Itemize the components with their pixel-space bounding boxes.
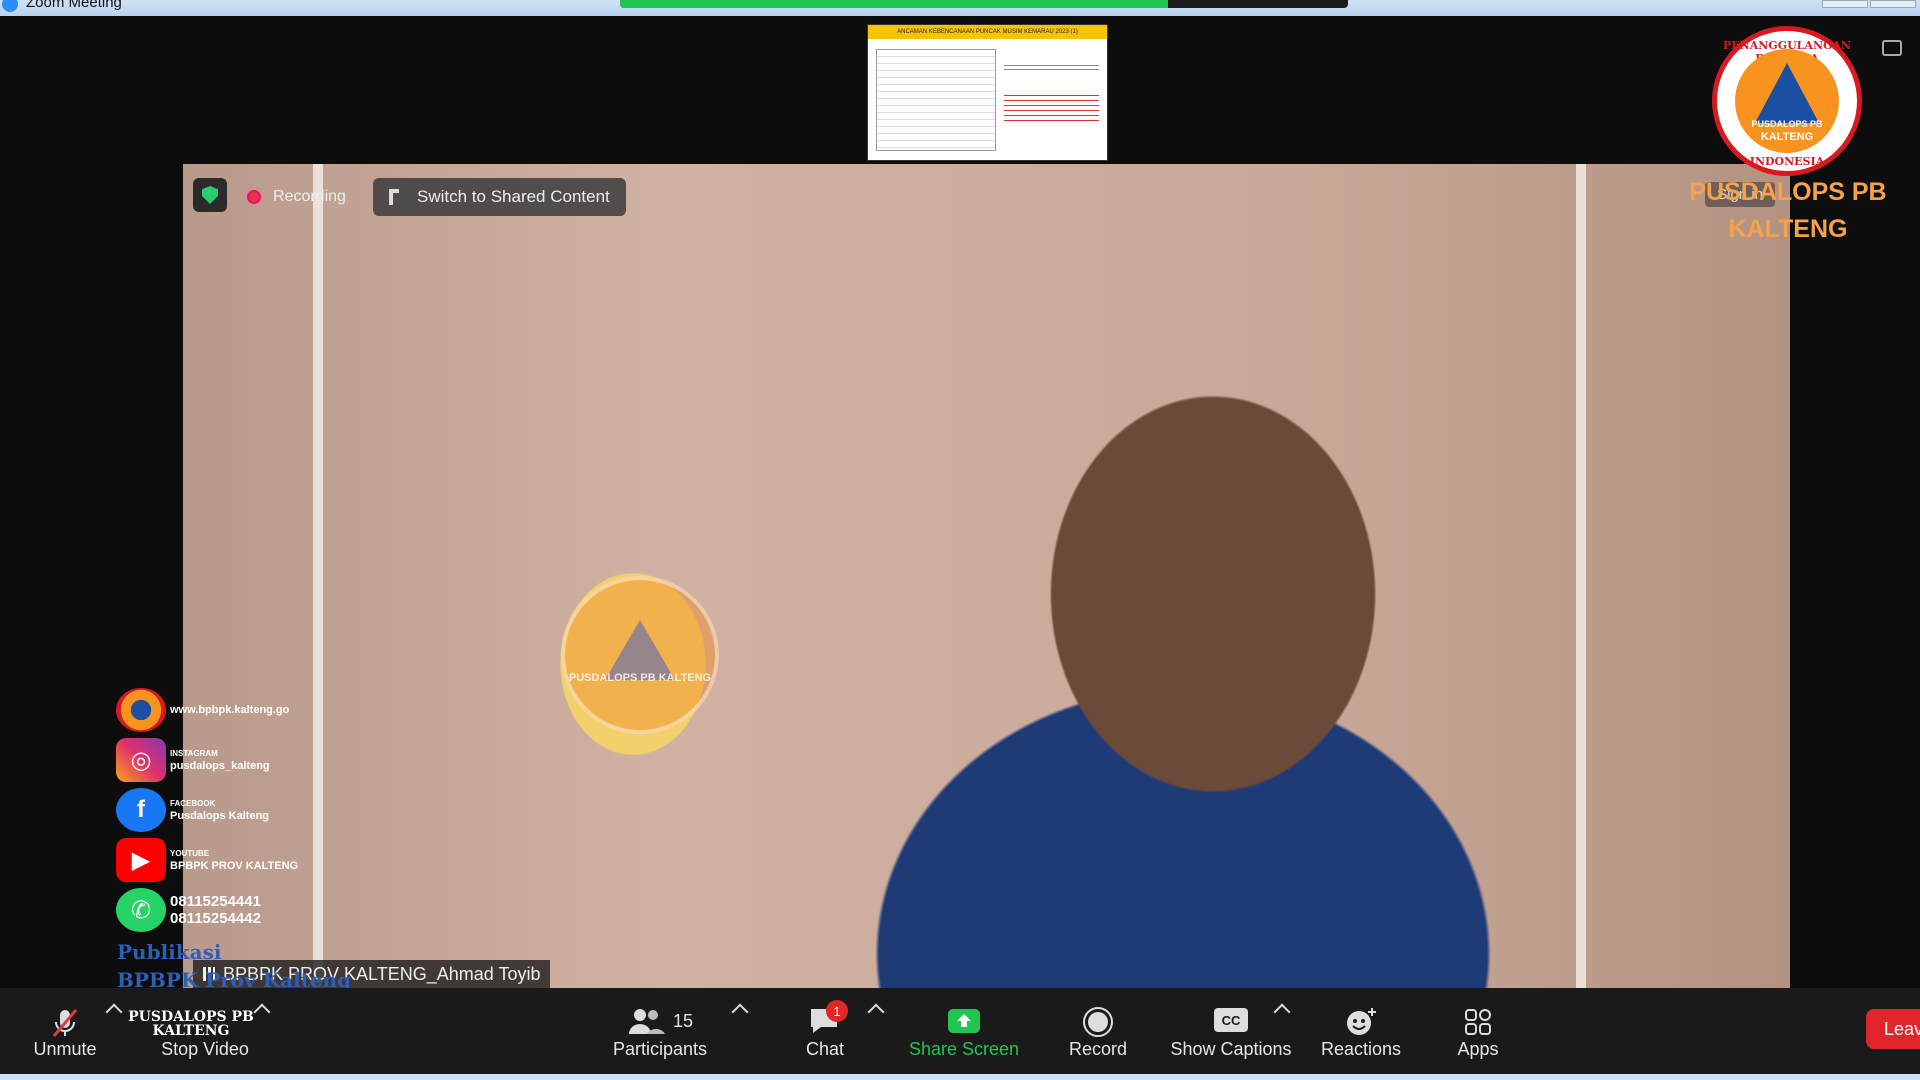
switch-label: Switch to Shared Content bbox=[417, 187, 610, 206]
captions-icon: CC bbox=[1214, 1008, 1248, 1032]
thumbnail-red-text bbox=[1004, 95, 1099, 125]
wall-pole bbox=[313, 164, 323, 988]
shared-content-thumbnail[interactable]: ANCAMAN KEBENCANAAN PUNCAK MUSIM KEMARAU… bbox=[867, 24, 1108, 161]
publication-text: Publikasi BPBPK Prov Kalteng bbox=[117, 940, 352, 992]
apps-button[interactable]: Apps bbox=[1448, 998, 1508, 1068]
thumbnail-table bbox=[876, 49, 996, 151]
facebook-row: f FACEBOOK Pusdalops Kalteng bbox=[116, 788, 269, 832]
record-icon bbox=[1083, 1007, 1113, 1037]
thumbnail-text bbox=[1004, 65, 1099, 73]
youtube-row: ▶ YOUTUBE BPBPK PROV KALTENG bbox=[116, 838, 298, 882]
pusdalops-logo: PENANGGULANGAN BENCANA PUSDALOPS PB KALT… bbox=[1712, 26, 1862, 176]
zoom-logo-icon bbox=[2, 0, 18, 12]
reactions-icon bbox=[1347, 1008, 1376, 1035]
svg-text:CC: CC bbox=[1222, 1013, 1241, 1028]
chat-badge: 1 bbox=[826, 1000, 848, 1022]
record-dot-icon bbox=[247, 190, 261, 204]
screen-share-bar[interactable] bbox=[620, 0, 1348, 8]
wall-pole bbox=[1576, 164, 1586, 988]
muted-mic-icon bbox=[48, 1006, 82, 1045]
share-screen-button[interactable]: Share Screen bbox=[904, 998, 1024, 1068]
participants-button[interactable]: 15 Participants bbox=[610, 998, 710, 1068]
apps-icon bbox=[1465, 1009, 1491, 1035]
logo-line1: PUSDALOPS PB bbox=[1751, 119, 1823, 129]
logo-arc-bottom: INDONESIA bbox=[1749, 155, 1825, 168]
recording-indicator[interactable]: Recording bbox=[247, 184, 346, 210]
maximize-button[interactable] bbox=[1870, 0, 1916, 8]
taskbar-strip bbox=[0, 1074, 1920, 1080]
speaker-video: PUSDALOPS PB KALTENG Recording Switch to… bbox=[183, 164, 1790, 988]
thumbnail-header: ANCAMAN KEBENCANAAN PUNCAK MUSIM KEMARAU… bbox=[868, 25, 1107, 39]
whatsapp-row: ✆ 08115254441 08115254442 bbox=[116, 888, 261, 932]
logo-caption: PUSDALOPS PB KALTENG bbox=[1689, 178, 1887, 243]
minimize-button[interactable] bbox=[1822, 0, 1868, 8]
website-text: www.bpbpk.kalteng.go bbox=[170, 703, 290, 716]
whatsapp-icon: ✆ bbox=[116, 888, 166, 932]
meeting-toolbar: Unmute PUSDALOPS PB KALTENG Stop Video 15… bbox=[0, 988, 1920, 1080]
chat-button[interactable]: 1 Chat bbox=[790, 998, 860, 1068]
website-row: www.bpbpk.kalteng.go bbox=[116, 688, 289, 732]
facebook-icon: f bbox=[116, 788, 166, 832]
chat-chevron-icon[interactable] bbox=[867, 1003, 885, 1021]
instagram-icon: ◎ bbox=[116, 738, 166, 782]
view-layout-icon[interactable] bbox=[1882, 40, 1902, 56]
stop-video-button[interactable]: PUSDALOPS PB KALTENG Stop Video bbox=[128, 998, 258, 1068]
watermark-logo: PUSDALOPS PB KALTENG bbox=[561, 576, 719, 734]
reactions-button[interactable]: Reactions bbox=[1314, 998, 1408, 1068]
instagram-row: ◎ INSTAGRAM pusdalops_kalteng bbox=[116, 738, 270, 782]
record-button[interactable]: Record bbox=[1058, 998, 1138, 1068]
window-titlebar: Zoom Meeting bbox=[0, 0, 1920, 16]
switch-to-shared-content-button[interactable]: Switch to Shared Content bbox=[373, 178, 626, 216]
website-logo-icon bbox=[116, 688, 166, 732]
logo-line2: KALTENG bbox=[1760, 131, 1814, 143]
audio-options-chevron-icon[interactable] bbox=[105, 1003, 123, 1021]
window-title: Zoom Meeting bbox=[26, 0, 122, 11]
leave-button[interactable]: Leave bbox=[1866, 1009, 1920, 1049]
security-shield-icon[interactable] bbox=[193, 178, 227, 212]
participants-icon bbox=[628, 1009, 665, 1034]
pin-icon bbox=[389, 189, 399, 205]
youtube-icon: ▶ bbox=[116, 838, 166, 882]
pusdalops-overlay-logo: PUSDALOPS PB KALTENG bbox=[128, 1009, 254, 1039]
participants-count: 15 bbox=[672, 1010, 694, 1031]
share-screen-icon bbox=[948, 1009, 980, 1033]
participants-chevron-icon[interactable] bbox=[731, 1003, 749, 1021]
recording-label: Recording bbox=[273, 188, 346, 205]
unmute-button[interactable]: Unmute bbox=[22, 998, 108, 1068]
